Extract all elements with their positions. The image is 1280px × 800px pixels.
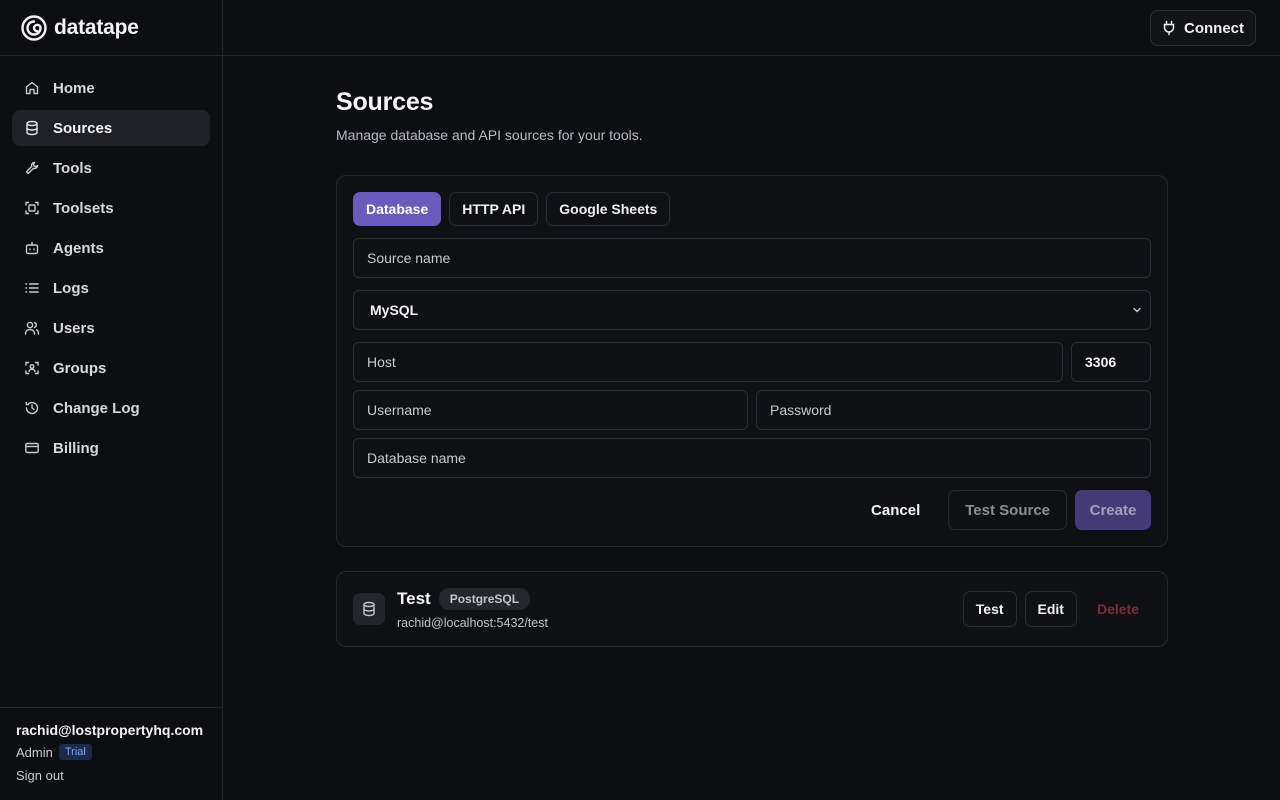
- tab-http-api[interactable]: HTTP API: [449, 192, 539, 226]
- form-actions: Cancel Test Source Create: [851, 490, 1151, 530]
- chevron-down-icon: [1133, 307, 1141, 313]
- source-type-badge: PostgreSQL: [438, 588, 531, 610]
- page-title: Sources: [336, 88, 434, 116]
- test-button[interactable]: Test: [962, 591, 1017, 627]
- brand[interactable]: datatape: [0, 0, 222, 56]
- plug-icon: [1163, 20, 1175, 36]
- users-icon: [24, 321, 40, 335]
- sidebar-item-toolsets[interactable]: Toolsets: [12, 190, 210, 226]
- database-type-value: MySQL: [370, 302, 419, 318]
- sidebar-item-change-log[interactable]: Change Log: [12, 390, 210, 426]
- sidebar-nav: Home Sources Tools Toolsets Agents Logs …: [0, 56, 222, 466]
- tab-database[interactable]: Database: [353, 192, 442, 226]
- group-icon: [25, 361, 39, 375]
- sidebar-item-label: Logs: [53, 279, 89, 297]
- home-icon: [25, 81, 39, 95]
- password-input[interactable]: Password: [756, 390, 1151, 430]
- cancel-button[interactable]: Cancel: [851, 502, 940, 519]
- topbar: Connect: [223, 0, 1280, 56]
- database-icon: [363, 601, 375, 617]
- sidebar-item-users[interactable]: Users: [12, 310, 210, 346]
- source-connection-string: rachid@localhost:5432/test: [397, 616, 548, 630]
- source-title-row: Test PostgreSQL: [397, 588, 548, 610]
- sidebar-item-billing[interactable]: Billing: [12, 430, 210, 466]
- trial-badge: Trial: [58, 744, 92, 760]
- connect-button[interactable]: Connect: [1150, 10, 1256, 46]
- new-source-form: Database HTTP API Google Sheets Source n…: [336, 175, 1168, 547]
- logo-icon: [21, 14, 47, 41]
- source-icon: [353, 593, 385, 625]
- source-info: Test PostgreSQL rachid@localhost:5432/te…: [397, 588, 548, 630]
- user-panel: rachid@lostpropertyhq.com Admin Trial Si…: [0, 707, 222, 800]
- connect-label: Connect: [1184, 19, 1244, 37]
- page-subtitle: Manage database and API sources for your…: [336, 127, 643, 143]
- brand-name: datatape: [54, 15, 139, 39]
- test-source-button[interactable]: Test Source: [948, 490, 1067, 530]
- sidebar-item-agents[interactable]: Agents: [12, 230, 210, 266]
- sidebar: datatape Home Sources Tools Toolsets Age…: [0, 0, 223, 800]
- host-input[interactable]: Host: [353, 342, 1063, 382]
- scan-icon: [25, 201, 39, 215]
- create-button[interactable]: Create: [1075, 490, 1151, 530]
- source-name: Test: [397, 589, 431, 608]
- source-name-input[interactable]: Source name: [353, 238, 1151, 278]
- sidebar-item-label: Toolsets: [53, 199, 114, 217]
- port-input[interactable]: 3306: [1071, 342, 1151, 382]
- user-role: Admin: [16, 744, 53, 760]
- source-card: Test PostgreSQL rachid@localhost:5432/te…: [336, 571, 1168, 647]
- sidebar-item-label: Home: [53, 79, 95, 97]
- user-email: rachid@lostpropertyhq.com: [16, 722, 204, 738]
- database-icon: [26, 120, 38, 136]
- user-role-row: Admin Trial: [16, 744, 206, 760]
- sidebar-item-home[interactable]: Home: [12, 70, 210, 106]
- sidebar-item-logs[interactable]: Logs: [12, 270, 210, 306]
- database-type-select[interactable]: MySQL: [353, 290, 1151, 330]
- sidebar-item-label: Change Log: [53, 399, 140, 417]
- source-actions: Test Edit Delete: [962, 591, 1151, 627]
- username-input[interactable]: Username: [353, 390, 748, 430]
- sidebar-item-label: Tools: [53, 159, 92, 177]
- sidebar-item-groups[interactable]: Groups: [12, 350, 210, 386]
- list-icon: [25, 283, 39, 293]
- tab-google-sheets[interactable]: Google Sheets: [546, 192, 671, 226]
- sidebar-item-sources[interactable]: Sources: [12, 110, 210, 146]
- sign-out-link[interactable]: Sign out: [16, 768, 206, 783]
- bot-icon: [25, 241, 39, 255]
- sidebar-item-label: Users: [53, 319, 95, 337]
- sidebar-item-tools[interactable]: Tools: [12, 150, 210, 186]
- wrench-icon: [25, 161, 39, 175]
- history-icon: [25, 401, 39, 415]
- database-name-input[interactable]: Database name: [353, 438, 1151, 478]
- sidebar-item-label: Groups: [53, 359, 107, 377]
- sidebar-item-label: Sources: [53, 119, 113, 137]
- source-type-tabs: Database HTTP API Google Sheets: [353, 192, 1151, 226]
- main-content: Sources Manage database and API sources …: [336, 88, 1168, 647]
- sidebar-item-label: Agents: [53, 239, 104, 257]
- credit-card-icon: [25, 442, 39, 454]
- delete-button[interactable]: Delete: [1085, 591, 1151, 627]
- sidebar-item-label: Billing: [53, 439, 99, 457]
- edit-button[interactable]: Edit: [1024, 591, 1077, 627]
